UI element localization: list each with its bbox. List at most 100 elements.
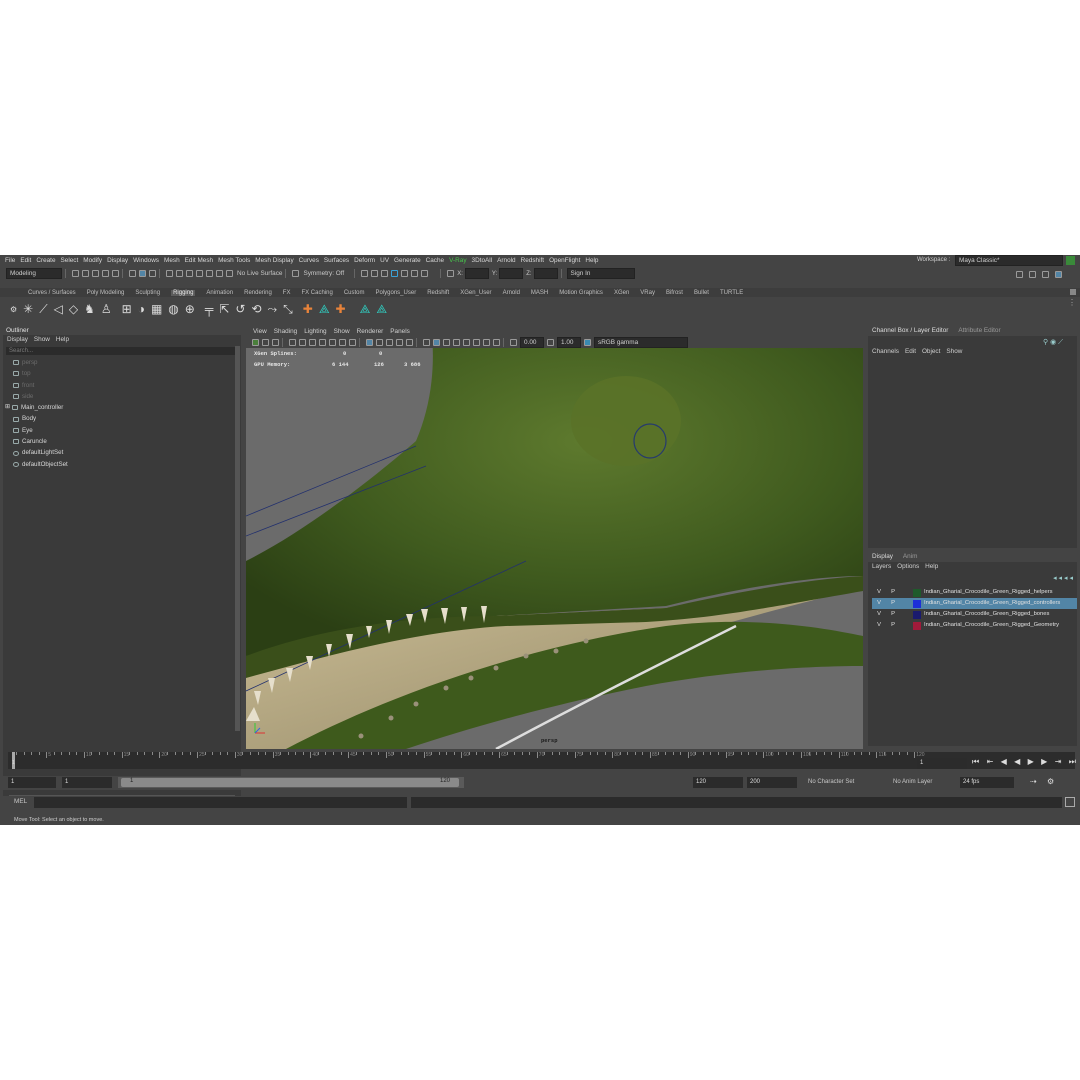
menu-display[interactable]: Display [107,257,128,264]
layer-playback-toggle[interactable]: P [886,587,900,598]
channel-menu-channels[interactable]: Channels [872,348,899,355]
safe-action-icon[interactable] [349,339,356,346]
exposure-icon[interactable] [510,339,517,346]
field-chart-icon[interactable] [339,339,346,346]
locator-two-icon[interactable]: ✚ [336,302,346,316]
menu-cache[interactable]: Cache [426,257,444,264]
screen-space-ao-icon[interactable] [433,339,440,346]
make-live-icon[interactable] [226,270,233,277]
layer-playback-toggle[interactable]: P [886,598,900,609]
go-to-end-icon[interactable]: ⏭ [1069,757,1076,769]
shelf-tab-poly-modeling[interactable]: Poly Modeling [87,290,125,296]
select-camera-icon[interactable] [252,339,259,346]
bookmark-icon[interactable] [272,339,279,346]
viewport-menu-lighting[interactable]: Lighting [304,328,326,335]
locator-icon[interactable]: ✚ [303,302,313,316]
menu-surfaces[interactable]: Surfaces [324,257,349,264]
channel-box-tools-icon[interactable]: ⚲ ◉ ⟋ [1043,338,1073,346]
tab-attribute-editor[interactable]: Attribute Editor [958,327,1000,334]
outliner-item[interactable]: persp [13,357,241,368]
film-gate-icon[interactable] [309,339,316,346]
menu-v-ray[interactable]: V-Ray [449,257,466,264]
select-hierarchy-icon[interactable] [129,270,136,277]
layer-menu-help[interactable]: Help [925,563,938,570]
layer-color-swatch[interactable] [913,588,921,597]
display-layer-row[interactable]: V P Indian_Gharial_Crocodile_Green_Rigged_… [872,587,1077,598]
shelf-tab-xgen[interactable]: XGen [614,290,629,296]
pole-vector-icon[interactable]: ⤳ [268,302,278,317]
outliner-item[interactable]: top [13,368,241,379]
layer-visibility-toggle[interactable]: V [872,598,886,609]
fps-dropdown[interactable]: 24 fps [960,777,1014,788]
shelf-tab-fx[interactable]: FX [283,290,291,296]
expand-icon[interactable]: ⊞ [5,402,10,413]
menu-3dtoall[interactable]: 3DtoAll [472,257,493,264]
gamma-icon[interactable] [547,339,554,346]
color-space-dropdown[interactable]: sRGB gamma [594,337,688,348]
viewport-menu-shading[interactable]: Shading [274,328,297,335]
render-view-icon[interactable] [421,270,429,277]
outliner-menu-show[interactable]: Show [34,336,50,343]
viewport-menu-show[interactable]: Show [334,328,350,335]
lattice-icon[interactable]: ▦ [151,302,162,316]
playback-end-field[interactable]: 120 [693,777,743,788]
outliner-item[interactable]: ⊞ Main_controller [5,402,241,413]
textured-icon[interactable] [396,339,403,346]
wireframe-icon[interactable] [366,339,373,346]
step-forward-key-icon[interactable]: ⇥ [1055,757,1062,769]
mode-dropdown[interactable]: Modeling [6,268,62,279]
shelf-tab-turtle[interactable]: TURTLE [720,290,743,296]
cluster-icon[interactable]: ◍ [168,302,178,316]
scale-constraint-icon[interactable]: ⤡ [283,302,293,317]
end-time-field[interactable]: 200 [747,777,797,788]
snap-surface-icon[interactable] [206,270,213,277]
mirror-joint-icon[interactable]: ◇ [69,302,78,316]
snap-curve-icon[interactable] [176,270,183,277]
render-settings-icon[interactable] [381,270,389,277]
crocodile-mesh[interactable] [246,326,863,749]
lock-icon[interactable] [1066,256,1075,265]
shelf-tab-xgen-user[interactable]: XGen_User [460,290,491,296]
menu-select[interactable]: Select [61,257,79,264]
move-layer-up-icon[interactable]: ◂ [1053,575,1057,582]
shelf-tab-redshift[interactable]: Redshift [427,290,449,296]
z-field[interactable] [533,268,558,279]
menu-redshift[interactable]: Redshift [521,257,544,264]
mel-input[interactable] [34,797,407,808]
menu-curves[interactable]: Curves [299,257,319,264]
menu-edit-mesh[interactable]: Edit Mesh [185,257,213,264]
parent-constraint-icon[interactable]: ⟲ [251,302,261,316]
menu-generate[interactable]: Generate [394,257,421,264]
menu-help[interactable]: Help [585,257,598,264]
outliner-scrollbar[interactable] [235,346,240,731]
sphere-icon[interactable]: ⊕ [185,302,195,316]
display-layer-row[interactable]: V P Indian_Gharial_Crocodile_Green_Rigged_… [872,620,1077,631]
vray-light-icon[interactable]: ⟁ [319,302,330,317]
shelf-tab-bullet[interactable]: Bullet [694,290,709,296]
menu-mesh-tools[interactable]: Mesh Tools [218,257,250,264]
layer-color-swatch[interactable] [913,599,921,608]
vray-render-icon[interactable] [391,270,399,277]
smooth-shade-icon[interactable] [376,339,383,346]
select-component-icon[interactable] [149,270,156,277]
outliner-menu-help[interactable]: Help [56,336,69,343]
exposure-field[interactable]: 0.00 [520,337,544,348]
viewport[interactable]: XGen Splines: 0 0 GPU Memory: 6 144 126 … [246,326,863,749]
layer-color-swatch[interactable] [913,610,921,619]
quick-rig-icon[interactable]: ♞ [84,302,95,316]
go-to-start-icon[interactable]: ⏮ [972,757,979,769]
menu-file[interactable]: File [5,257,15,264]
outliner-item[interactable]: defaultLightSet [13,447,241,458]
shelf-tab-fx-caching[interactable]: FX Caching [301,290,332,296]
gate-mask-icon[interactable] [329,339,336,346]
workspace-dropdown[interactable]: Maya Classic* [955,255,1063,266]
multisample-icon[interactable] [453,339,460,346]
menu-deform[interactable]: Deform [354,257,375,264]
joint-tool-icon[interactable]: ✳ [23,302,33,316]
snap-view-icon[interactable] [196,270,203,277]
range-slider-handle[interactable] [121,778,459,787]
modeling-toolkit-icon[interactable] [1016,271,1023,278]
shelf-tab-sculpting[interactable]: Sculpting [135,290,160,296]
tool-settings-icon[interactable] [1042,271,1049,278]
mel-label[interactable]: MEL [14,798,27,805]
